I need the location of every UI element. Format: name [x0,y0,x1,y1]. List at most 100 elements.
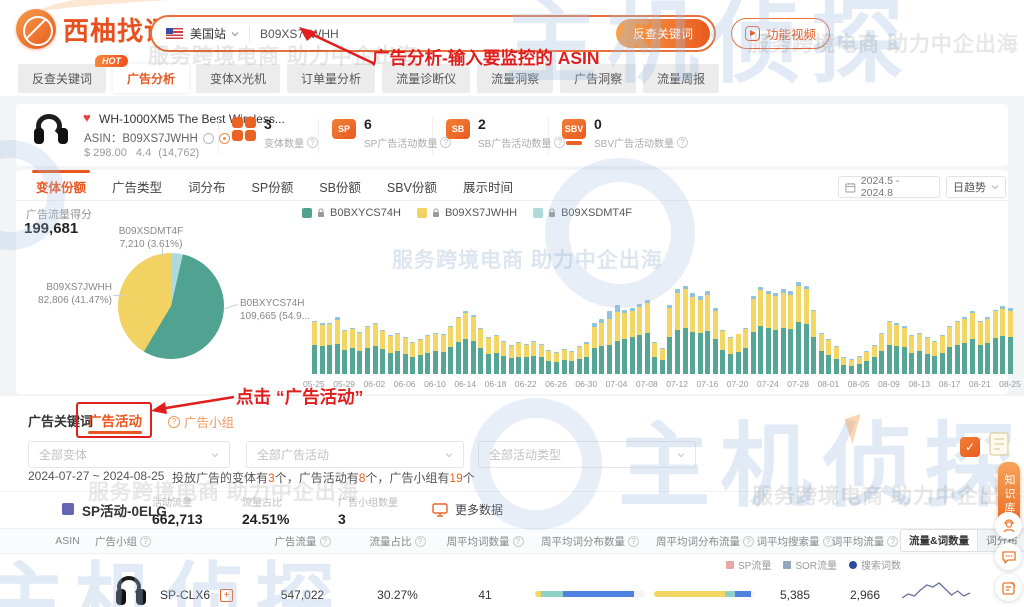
bar[interactable] [599,319,604,374]
bar[interactable] [569,351,574,374]
bar[interactable] [872,345,877,374]
bar[interactable] [448,326,453,374]
bar[interactable] [622,310,627,374]
bar[interactable] [917,333,922,374]
monitor-icon[interactable] [219,133,230,144]
nav-tab-ad-analysis[interactable]: 广告分析 [113,64,189,93]
bar[interactable] [713,308,718,374]
bar[interactable] [320,323,325,374]
chart-tab-sp-share[interactable]: SP份额 [252,177,294,202]
bar[interactable] [826,339,831,374]
bar[interactable] [615,305,620,374]
bar[interactable] [728,337,733,374]
help-icon[interactable]: ? [513,536,524,547]
bar[interactable] [637,304,642,374]
bar[interactable] [819,333,824,374]
notebook-icon[interactable] [988,431,1010,457]
bar[interactable] [940,335,945,374]
bar[interactable] [788,291,793,374]
filter-camp-type-select[interactable]: 全部活动类型 [478,441,696,468]
more-data-button[interactable]: 更多数据 [432,501,503,518]
bar[interactable] [584,342,589,374]
copy-icon[interactable] [203,133,214,144]
bar[interactable] [909,335,914,374]
bar[interactable] [335,317,340,374]
bar[interactable] [887,321,892,374]
bar[interactable] [380,330,385,374]
bar[interactable] [660,348,665,374]
bar[interactable] [425,335,430,374]
bar[interactable] [456,317,461,374]
bar[interactable] [970,311,975,374]
bar[interactable] [395,333,400,374]
bar[interactable] [705,291,710,374]
feature-video-button[interactable]: 功能视频 [731,18,830,49]
bar[interactable] [720,330,725,374]
bar[interactable] [365,326,370,374]
bar[interactable] [554,352,559,374]
bar[interactable] [781,289,786,374]
help-icon[interactable]: ? [887,536,898,547]
bar[interactable] [509,345,514,374]
bar[interactable] [962,317,967,374]
bar[interactable] [736,334,741,374]
bar[interactable] [743,328,748,374]
date-range-picker[interactable]: 2024.5 - 2024.8 [838,176,940,198]
nav-tab-reverse-keywords[interactable]: 反查关键词 [18,64,106,93]
chat-button[interactable] [995,543,1022,570]
toggle-traffic-words[interactable]: 流量&词数量 [900,529,978,552]
bar[interactable] [516,342,521,374]
help-icon[interactable]: ? [307,137,318,148]
chart-tab-ad-type[interactable]: 广告类型 [112,177,162,202]
help-icon[interactable]: ? [743,536,754,547]
bar[interactable] [690,293,695,374]
chart-tab-variant-share[interactable]: 变体份额 [36,177,86,202]
bar[interactable] [993,310,998,374]
chart-tab-word-dist[interactable]: 词分布 [188,177,226,202]
chevron-down-icon[interactable] [231,30,239,38]
bar[interactable] [312,321,317,374]
bar[interactable] [652,342,657,374]
help-icon[interactable]: ? [415,536,426,547]
feedback-button[interactable] [995,574,1022,601]
bar[interactable] [607,311,612,374]
help-icon[interactable]: ? [140,536,151,547]
bar[interactable] [524,344,529,374]
bar[interactable] [841,357,846,374]
bar[interactable] [932,341,937,374]
bar[interactable] [751,296,756,374]
chart-tab-sbv-share[interactable]: SBV份额 [387,177,437,202]
bar[interactable] [630,308,635,374]
bar[interactable] [698,296,703,374]
bar[interactable] [902,326,907,374]
help-icon[interactable]: ? [628,536,639,547]
bar[interactable] [350,328,355,374]
bar[interactable] [766,291,771,374]
favorite-heart-icon[interactable]: ♥ [83,110,91,125]
bar[interactable] [327,323,332,375]
bar[interactable] [486,337,491,374]
stacked-bar-chart[interactable] [312,281,1014,374]
bar[interactable] [539,344,544,374]
bar[interactable] [879,333,884,374]
help-icon[interactable]: ? [320,536,331,547]
expand-icon[interactable]: + [220,589,233,602]
filter-campaign-select[interactable]: 全部广告活动 [246,441,464,468]
bar[interactable] [433,333,438,374]
legend-item[interactable]: B0BXYCS74H [302,207,401,219]
bar[interactable] [894,323,899,374]
bar[interactable] [758,287,763,374]
bar[interactable] [834,346,839,374]
marketplace-select[interactable]: 美国站 [190,25,226,42]
bar[interactable] [562,349,567,374]
chart-tab-display-time[interactable]: 展示时间 [463,177,513,202]
bar[interactable] [577,346,582,374]
bar[interactable] [418,339,423,374]
bar[interactable] [804,286,809,374]
bar[interactable] [592,323,597,374]
filter-variant-select[interactable]: 全部变体 [28,441,230,468]
bar[interactable] [773,293,778,374]
bar[interactable] [811,310,816,374]
bar[interactable] [796,282,801,374]
table-row[interactable]: SP-CLX6 + 547,022 30.27% 41 5,385 2,966 [40,572,900,607]
